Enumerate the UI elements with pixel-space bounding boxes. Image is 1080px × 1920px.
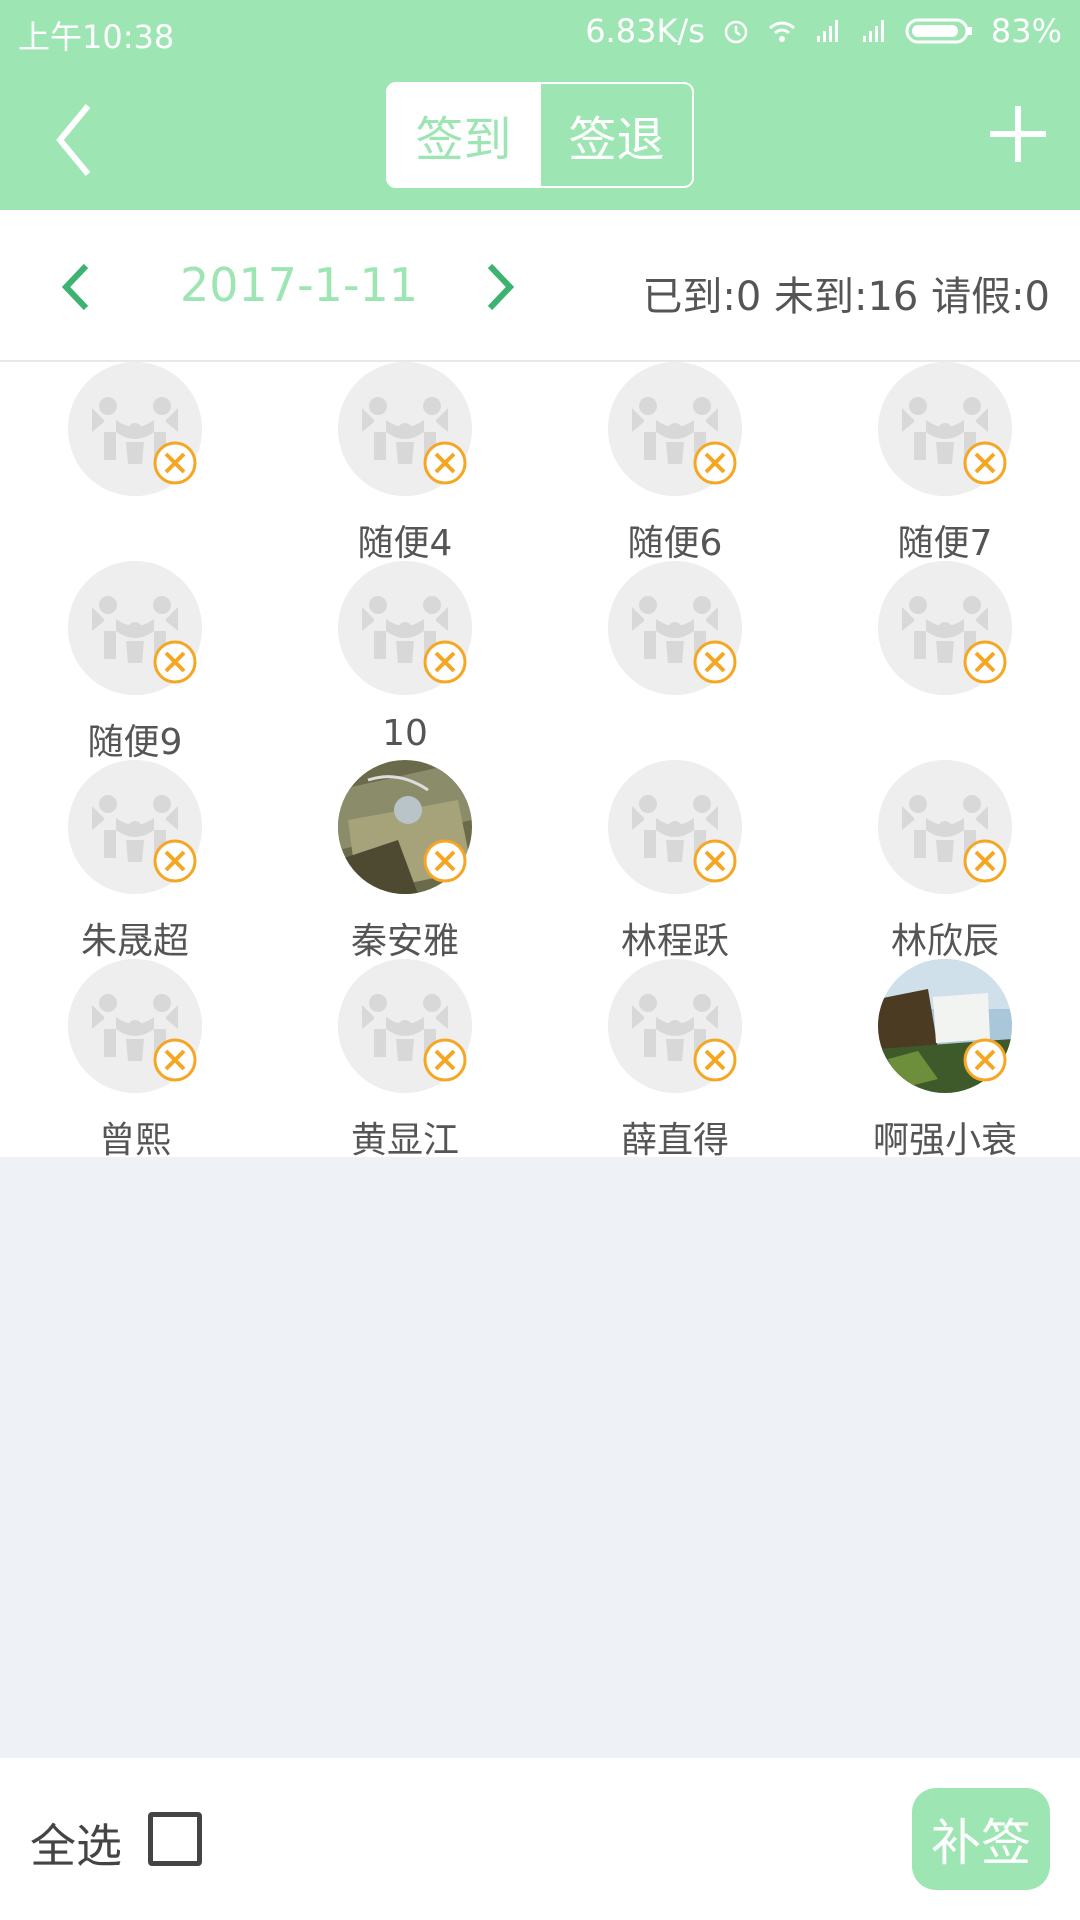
person-name: 林欣辰 (890, 921, 999, 962)
absent-badge-icon (153, 640, 197, 684)
person-item[interactable] (810, 561, 1080, 760)
absent-badge-icon (693, 839, 737, 883)
person-item[interactable]: 薛直得 (540, 959, 810, 1161)
date-bar: 2017-1-11 已到:0 未到:16 请假:0 (0, 210, 1080, 362)
person-name: 随便4 (357, 523, 453, 564)
absent-badge-icon (423, 1038, 467, 1082)
next-date-icon[interactable] (480, 260, 520, 314)
signal-icon (816, 20, 838, 42)
person-name: 随便7 (897, 523, 993, 564)
person-item[interactable] (540, 561, 810, 760)
absent-badge-icon (963, 839, 1007, 883)
absent-badge-icon (423, 441, 467, 485)
person-name: 随便6 (627, 523, 723, 564)
absent-badge-icon (693, 640, 737, 684)
select-all-checkbox[interactable] (148, 1812, 202, 1866)
person-item[interactable]: 秦安雅 (270, 760, 540, 962)
person-item[interactable]: 曾熙 (0, 959, 270, 1161)
person-name: 曾熙 (98, 1120, 171, 1161)
supplement-button[interactable]: 补签 (912, 1788, 1050, 1890)
person-item[interactable]: 林欣辰 (810, 760, 1080, 962)
bottom-bar: 全选 补签 (0, 1758, 1080, 1920)
person-name: 朱晟超 (80, 921, 189, 962)
absent-badge-icon (693, 441, 737, 485)
absent-badge-icon (963, 640, 1007, 684)
person-item[interactable]: 随便9 (0, 561, 270, 763)
absent-badge-icon (423, 839, 467, 883)
absent-badge-icon (153, 839, 197, 883)
person-item[interactable]: 随便6 (540, 362, 810, 564)
checkin-segment: 签到 签退 (386, 82, 694, 188)
person-item[interactable]: 朱晟超 (0, 760, 270, 962)
person-item[interactable]: 林程跃 (540, 760, 810, 962)
select-all-label[interactable]: 全选 (30, 1810, 122, 1876)
person-grid: 随便4 随便6 随便7 随便9 10 朱晟超 秦安雅 林程跃 林欣辰曾熙 黄显江 薛直得 啊强小衰 (0, 362, 1080, 1161)
tab-checkout[interactable]: 签退 (539, 84, 692, 186)
back-chevron-icon[interactable] (46, 100, 106, 180)
attendance-stats: 已到:0 未到:16 请假:0 (642, 274, 1050, 320)
tab-checkin[interactable]: 签到 (388, 84, 539, 186)
person-item[interactable]: 10 (270, 561, 540, 760)
battery-icon (905, 18, 972, 44)
absent-badge-icon (963, 1038, 1007, 1082)
absent-badge-icon (693, 1038, 737, 1082)
person-name: 10 (382, 713, 428, 754)
status-time: 上午10:38 (18, 18, 175, 56)
status-bar: 上午10:38 6.83K/s 83% (0, 0, 1080, 62)
person-name: 薛直得 (620, 1120, 729, 1161)
signal-icon (862, 20, 884, 42)
absent-badge-icon (153, 441, 197, 485)
person-name: 林程跃 (620, 921, 729, 962)
absent-badge-icon (963, 441, 1007, 485)
status-right: 6.83K/s 83% (585, 12, 1062, 50)
network-speed: 6.83K/s (585, 12, 705, 50)
battery-level: 83% (990, 12, 1062, 50)
person-name: 秦安雅 (350, 921, 459, 962)
person-name: 随便9 (87, 722, 183, 763)
wifi-icon (768, 21, 795, 42)
person-name: 啊强小衰 (872, 1120, 1017, 1161)
person-item[interactable]: 随便7 (810, 362, 1080, 564)
person-item[interactable]: 啊强小衰 (810, 959, 1080, 1161)
absent-badge-icon (423, 640, 467, 684)
current-date: 2017-1-11 (180, 258, 419, 312)
person-item[interactable] (0, 362, 270, 561)
person-item[interactable]: 黄显江 (270, 959, 540, 1161)
header: 签到 签退 (0, 62, 1080, 210)
prev-date-icon[interactable] (56, 260, 96, 314)
plus-icon[interactable] (986, 102, 1050, 166)
absent-badge-icon (153, 1038, 197, 1082)
person-name: 黄显江 (350, 1120, 459, 1161)
person-item[interactable]: 随便4 (270, 362, 540, 564)
alarm-icon (724, 20, 748, 44)
